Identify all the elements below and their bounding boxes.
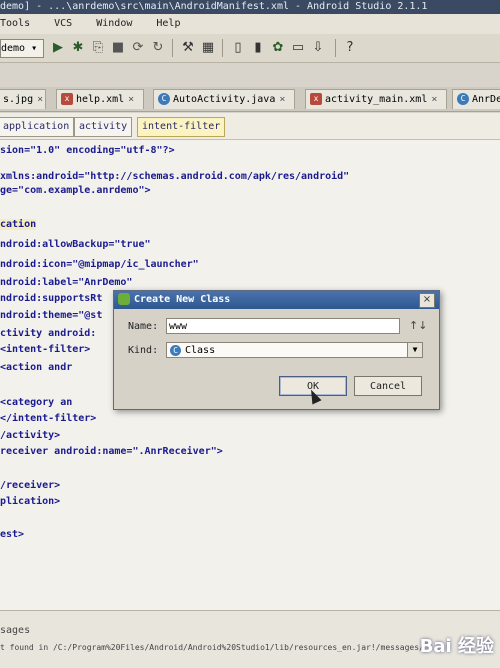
debug-icon[interactable]: ✱ bbox=[70, 40, 86, 56]
menu-window[interactable]: Window bbox=[96, 18, 132, 29]
menu-bar: Tools VCS Window Help bbox=[0, 14, 500, 34]
menu-help[interactable]: Help bbox=[156, 18, 180, 29]
tab-anrdemo[interactable]: C AnrDe bbox=[452, 89, 500, 109]
code-line: sion="1.0" encoding="utf-8"?> bbox=[0, 145, 175, 156]
main-toolbar: demo ▾ ▶ ✱ ⎘ ■ ⟳ ↻ ⚒ ▦ ▯ ▮ ✿ ▭ ⇩ ? bbox=[0, 34, 500, 63]
chevron-down-icon[interactable]: ▼ bbox=[407, 343, 422, 357]
message-line: t found in /C:/Program%20Files/Android/A… bbox=[0, 643, 424, 652]
kind-value: Class bbox=[185, 345, 216, 356]
breadcrumb-application[interactable]: application bbox=[0, 117, 75, 137]
code-line: xmlns:android="http://schemas.android.co… bbox=[0, 171, 350, 182]
rerun-icon[interactable]: ↻ bbox=[150, 40, 166, 56]
code-line: ndroid:theme="@st bbox=[0, 310, 103, 321]
kind-label: Kind: bbox=[128, 345, 159, 356]
run-icon[interactable]: ▶ bbox=[50, 40, 66, 56]
close-icon[interactable]: × bbox=[419, 293, 435, 308]
name-label: Name: bbox=[128, 321, 159, 332]
tab-help-xml[interactable]: x help.xml × bbox=[56, 89, 144, 109]
structure-icon[interactable]: ⚒ bbox=[180, 40, 196, 56]
code-line: </intent-filter> bbox=[0, 413, 97, 424]
code-line: ndroid:supportsRt bbox=[0, 293, 103, 304]
kind-select[interactable]: C Class ▼ bbox=[166, 342, 423, 358]
toolbar-separator bbox=[172, 39, 173, 57]
code-line: ctivity android: bbox=[0, 328, 97, 339]
help-icon[interactable]: ? bbox=[342, 40, 358, 56]
class-icon: C bbox=[170, 344, 181, 356]
code-line: <category an bbox=[0, 397, 73, 408]
class-icon: C bbox=[158, 93, 170, 105]
cancel-button[interactable]: Cancel bbox=[354, 376, 422, 396]
close-icon[interactable]: × bbox=[37, 94, 43, 105]
tab-activity-main[interactable]: x activity_main.xml × bbox=[305, 89, 447, 109]
code-line: ndroid:label="AnrDemo" bbox=[0, 277, 133, 288]
run-config-select[interactable]: demo ▾ bbox=[0, 39, 44, 58]
code-line: /receiver> bbox=[0, 480, 61, 491]
code-line: receiver android:name=".AnrReceiver"> bbox=[0, 446, 223, 457]
dialog-title-bar[interactable]: Create New Class bbox=[114, 291, 439, 309]
messages-panel: sages t found in /C:/Program%20Files/And… bbox=[0, 610, 500, 668]
message-line: sages bbox=[0, 625, 31, 636]
menu-tools[interactable]: Tools bbox=[0, 18, 30, 29]
class-icon: C bbox=[457, 93, 469, 105]
close-icon[interactable]: × bbox=[279, 94, 285, 105]
xml-file-icon: x bbox=[61, 93, 73, 105]
sdk-icon[interactable]: ▦ bbox=[200, 40, 216, 56]
code-line: est> bbox=[0, 529, 25, 540]
tab-image[interactable]: s.jpg × bbox=[0, 89, 46, 109]
device-icon[interactable]: ▮ bbox=[250, 40, 266, 56]
breadcrumb: application activity intent-filter bbox=[0, 113, 500, 140]
class-name-input[interactable]: www bbox=[166, 318, 400, 334]
code-line: cation bbox=[0, 219, 37, 230]
window-title: demo] - ...\anrdemo\src\main\AndroidMani… bbox=[0, 1, 428, 12]
monitor-icon[interactable]: ▭ bbox=[290, 40, 306, 56]
editor-tabs: s.jpg × x help.xml × C AutoActivity.java × xa… bbox=[0, 87, 500, 112]
sort-icon[interactable]: ↑↓ bbox=[409, 319, 427, 332]
code-line: ndroid:allowBackup="true" bbox=[0, 239, 151, 250]
toolbar-separator bbox=[335, 39, 336, 57]
close-icon[interactable]: × bbox=[431, 94, 437, 105]
code-line: <intent-filter> bbox=[0, 344, 91, 355]
create-new-class-dialog: Create New Class × Name: www ↑↓ Kind: CC… bbox=[113, 290, 440, 410]
dialog-title: Create New Class bbox=[134, 294, 231, 305]
window-title-bar: demo] - ...\anrdemo\src\main\AndroidMani… bbox=[0, 0, 500, 14]
download-icon[interactable]: ⇩ bbox=[310, 40, 326, 56]
code-line: /activity> bbox=[0, 430, 61, 441]
close-icon[interactable]: × bbox=[128, 94, 134, 105]
breadcrumb-intent-filter[interactable]: intent-filter bbox=[137, 117, 226, 137]
android-studio-icon bbox=[118, 293, 130, 305]
stop-icon[interactable]: ■ bbox=[110, 40, 126, 56]
sync-icon[interactable]: ⟳ bbox=[130, 40, 146, 56]
watermark-logo: Bai 经验 bbox=[419, 636, 494, 657]
android-icon[interactable]: ✿ bbox=[270, 40, 286, 56]
xml-file-icon: x bbox=[310, 93, 322, 105]
code-line: <action andr bbox=[0, 362, 73, 373]
avd-icon[interactable]: ▯ bbox=[230, 40, 246, 56]
code-line: ndroid:icon="@mipmap/ic_launcher" bbox=[0, 259, 199, 270]
code-line: ge="com.example.anrdemo"> bbox=[0, 185, 151, 196]
attach-icon[interactable]: ⎘ bbox=[90, 40, 106, 56]
toolbar-separator bbox=[222, 39, 223, 57]
breadcrumb-activity[interactable]: activity bbox=[74, 117, 133, 137]
code-line: plication> bbox=[0, 496, 61, 507]
tab-autoactivity[interactable]: C AutoActivity.java × bbox=[153, 89, 295, 109]
menu-vcs[interactable]: VCS bbox=[54, 18, 72, 29]
